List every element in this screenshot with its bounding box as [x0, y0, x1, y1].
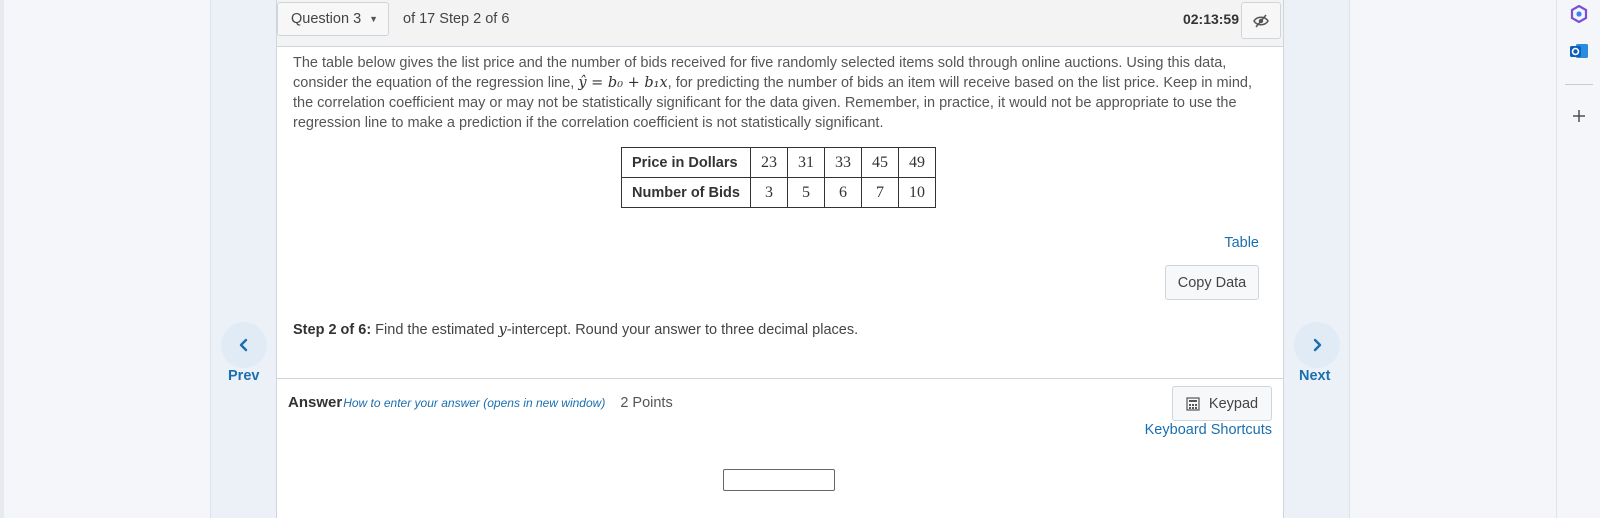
calculator-icon — [1186, 396, 1200, 411]
regression-equation: ŷ = b₀ + b₁x — [578, 75, 668, 91]
prev-button[interactable] — [221, 322, 267, 368]
data-table: Price in Dollars 23 31 33 45 49 Number o… — [621, 147, 936, 208]
table-cell: 10 — [897, 177, 936, 208]
left-gutter — [210, 0, 277, 518]
step-text-before: Find the estimated — [371, 322, 499, 338]
answer-help-link[interactable]: How to enter your answer (opens in new w… — [343, 396, 605, 410]
answer-label: Answer — [288, 394, 343, 411]
answer-input[interactable] — [723, 469, 835, 491]
table-cell: 45 — [860, 147, 899, 178]
keypad-button[interactable]: Keypad — [1172, 386, 1272, 421]
divider — [277, 378, 1283, 379]
chevron-left-icon — [239, 338, 248, 352]
question-selector[interactable]: Question 3 ▼ — [277, 2, 389, 36]
question-text: The table below gives the list price and… — [293, 53, 1253, 133]
right-gutter — [1283, 0, 1350, 518]
table-cell: 5 — [786, 177, 825, 208]
table-cell: 23 — [749, 147, 788, 178]
table-row: Number of Bids 3 5 6 7 10 — [621, 177, 936, 208]
left-edge — [0, 0, 4, 518]
keypad-label: Keypad — [1208, 395, 1259, 412]
question-panel: Question 3 ▼ of 17 Step 2 of 6 02:13:59 … — [276, 0, 1284, 518]
row-header-price: Price in Dollars — [621, 147, 751, 178]
timer: 02:13:59 — [1182, 11, 1239, 27]
chevron-right-icon — [1313, 338, 1322, 352]
keyboard-shortcuts-link[interactable]: Keyboard Shortcuts — [1145, 422, 1272, 438]
caret-down-icon: ▼ — [369, 14, 379, 24]
table-cell: 31 — [786, 147, 825, 178]
question-selector-label: Question 3 — [291, 11, 362, 27]
table-cell: 7 — [860, 177, 899, 208]
outlook-icon[interactable] — [1569, 42, 1589, 60]
copy-data-button[interactable]: Copy Data — [1165, 265, 1259, 300]
question-step-counter: of 17 Step 2 of 6 — [403, 11, 510, 27]
table-cell: 3 — [749, 177, 788, 208]
step-instruction: Step 2 of 6: Find the estimated y-interc… — [293, 322, 858, 338]
table-row: Price in Dollars 23 31 33 45 49 — [621, 147, 936, 178]
question-toolbar: Question 3 ▼ of 17 Step 2 of 6 02:13:59 — [277, 0, 1283, 47]
step-text-after: -intercept. Round your answer to three d… — [506, 322, 859, 338]
step-variable: y — [498, 322, 507, 338]
row-header-bids: Number of Bids — [621, 177, 751, 208]
rail-divider — [1565, 84, 1593, 85]
points-label: 2 Points — [620, 395, 673, 411]
next-button[interactable] — [1294, 322, 1340, 368]
add-icon[interactable] — [1572, 109, 1586, 123]
prev-label[interactable]: Prev — [228, 368, 259, 384]
table-cell: 6 — [823, 177, 862, 208]
next-label[interactable]: Next — [1299, 368, 1330, 384]
browser-sidebar — [1556, 0, 1600, 518]
eye-slash-icon — [1253, 14, 1269, 27]
answer-header: Answer How to enter your answer (opens i… — [288, 394, 673, 411]
table-link[interactable]: Table — [1224, 235, 1259, 251]
copilot-icon[interactable] — [1570, 5, 1588, 23]
table-cell: 33 — [823, 147, 862, 178]
step-label: Step 2 of 6: — [293, 322, 372, 338]
table-cell: 49 — [897, 147, 936, 178]
hide-timer-button[interactable] — [1241, 2, 1281, 39]
